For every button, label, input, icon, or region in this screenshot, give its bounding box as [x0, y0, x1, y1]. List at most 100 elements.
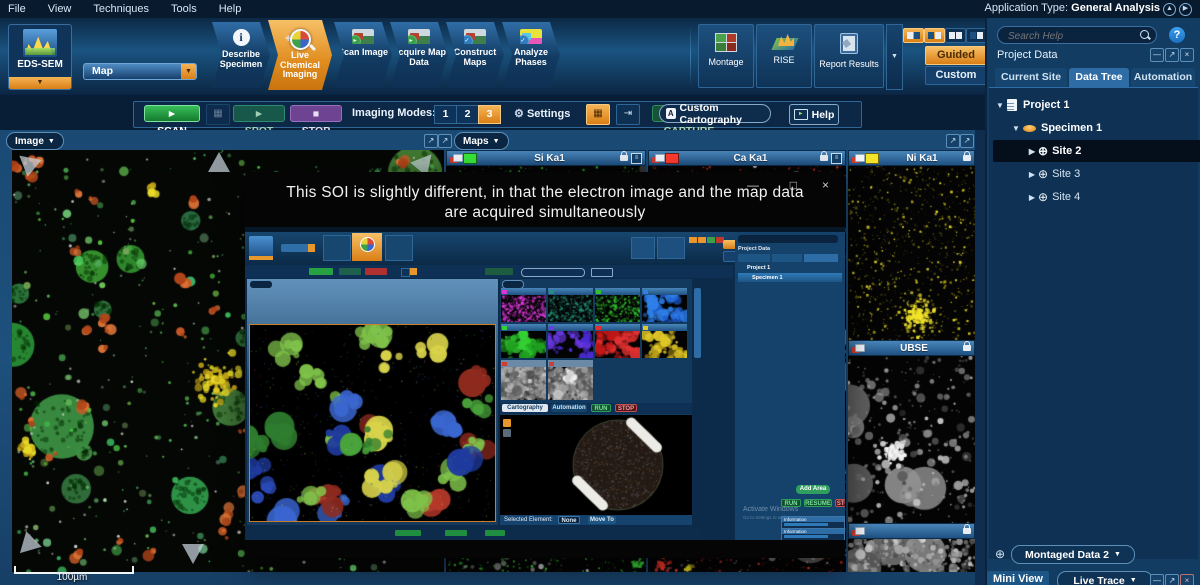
image-panel-dropdown[interactable]: Image▼ [6, 132, 64, 150]
stop-button[interactable]: ■ STOP [290, 105, 342, 122]
help-button[interactable]: ▸Help [789, 104, 839, 125]
restore-icon[interactable]: ↗ [1165, 574, 1179, 585]
technique-dropdown[interactable]: Map▼ [83, 63, 197, 80]
scale-icon[interactable]: ≡ [831, 153, 842, 164]
maximize-icon[interactable]: □ [790, 178, 797, 192]
step-describe-specimen[interactable]: i Describe Specimen [212, 22, 270, 88]
tree-item-site2[interactable]: ▶⊕Site 2 [993, 140, 1200, 162]
popout-icon[interactable]: ↗ [946, 134, 960, 148]
ubse-map-viewport[interactable] [848, 356, 975, 523]
lock-icon[interactable] [820, 155, 828, 161]
help-icon: ▸ [794, 109, 808, 120]
eds-sem-button[interactable]: EDS-SEM ▼ [8, 24, 72, 90]
imaging-mode-1[interactable]: 1 [434, 105, 457, 124]
tree-item-site3[interactable]: ▶⊕Site 3 [989, 163, 1200, 185]
custom-button[interactable]: Custom [925, 66, 987, 85]
image-mode-icon-button[interactable]: ▦ [586, 104, 610, 125]
step-scan-image[interactable]: ▸ Scan Image [334, 22, 392, 88]
expander-icon[interactable]: ▶ [1027, 170, 1037, 179]
tree-item-site4[interactable]: ▶⊕Site 4 [989, 186, 1200, 208]
expander-icon[interactable]: ▶ [1027, 193, 1037, 202]
restore-icon[interactable]: ↗ [1165, 48, 1179, 62]
search-input[interactable] [1006, 28, 1130, 44]
grid-icon-button[interactable]: ▦ [206, 104, 230, 125]
eds-sem-dropdown[interactable]: ▼ [9, 77, 71, 89]
step-analyze-phases[interactable]: ✓ Analyze Phases [502, 22, 560, 88]
layout-toggle-3[interactable] [945, 28, 966, 43]
close-icon[interactable]: × [1180, 574, 1194, 585]
map-tile-header-ca[interactable]: Ca Ka1 ≡ [648, 150, 846, 166]
help-badge[interactable]: ? [1169, 27, 1185, 43]
minimize-icon[interactable]: — [1150, 574, 1164, 585]
close-icon[interactable]: × [1180, 48, 1194, 62]
spot-button[interactable]: ► SPOT [233, 105, 285, 122]
layout-toggle-4[interactable] [966, 28, 987, 43]
tree-item-project[interactable]: ▼Project 1 [989, 94, 1200, 116]
map-tile-header-next[interactable] [848, 523, 975, 539]
minimize-icon[interactable]: — [747, 178, 759, 192]
search-icon[interactable] [1140, 30, 1149, 39]
color-swatch[interactable] [665, 153, 679, 164]
custom-cartography-button[interactable]: ACustom Cartography [659, 104, 771, 123]
tree-item-specimen[interactable]: ▼Specimen 1 [989, 117, 1200, 139]
scale-icon[interactable]: ≡ [631, 153, 642, 164]
imaging-mode-3[interactable]: 3 [478, 105, 501, 124]
tab-current-site[interactable]: Current Site [995, 68, 1067, 87]
se-map-viewport[interactable] [848, 537, 975, 572]
ni-map-viewport[interactable] [848, 166, 975, 340]
map-tile-header-ubse[interactable]: UBSE [848, 340, 975, 356]
mini-view-tab[interactable]: Mini View [987, 571, 1049, 585]
live-trace-dropdown[interactable]: Live Trace▼ [1057, 571, 1153, 585]
minimize-icon[interactable]: — [1150, 48, 1164, 62]
step-live-chemical-imaging[interactable]: + Live Chemical Imaging [268, 20, 332, 90]
imaging-modes-label: Imaging Modes: [352, 107, 436, 119]
collapse-ribbon-icon[interactable]: ▲ [1163, 3, 1176, 16]
imaging-mode-2[interactable]: 2 [456, 105, 479, 124]
report-results-button[interactable]: Report Results [814, 24, 884, 88]
close-icon[interactable]: × [822, 178, 829, 192]
lock-icon[interactable] [963, 528, 971, 534]
lock-icon[interactable] [963, 155, 971, 161]
color-swatch[interactable] [865, 153, 879, 164]
layout-toggle-2[interactable] [924, 28, 945, 43]
tutorial-popup-window[interactable]: — □ × This SOI is slightly different, in… [245, 172, 845, 558]
next-icon[interactable]: ▶ [1179, 3, 1192, 16]
map-tile-header-ni[interactable]: Ni Ka1 [848, 150, 975, 166]
expander-icon[interactable]: ▼ [995, 101, 1005, 110]
lock-icon[interactable] [963, 345, 971, 351]
menu-file[interactable]: File [8, 3, 26, 15]
menu-view[interactable]: View [48, 3, 72, 15]
menu-help[interactable]: Help [219, 3, 242, 15]
search-help-box[interactable] [997, 26, 1157, 44]
expand-icon[interactable]: ↗ [438, 134, 452, 148]
montage-button[interactable]: Montage [698, 24, 754, 88]
mini-step-active [352, 233, 382, 261]
map-tile-header-si[interactable]: Si Ka1 ≡ [446, 150, 646, 166]
step-construct-maps[interactable]: ✓ Construct Maps [446, 22, 504, 88]
mini-cartography-tab: Cartography [502, 404, 548, 412]
montage-crosshair-icon[interactable]: ⊕ [995, 547, 1005, 561]
tab-automation[interactable]: Automation [1131, 68, 1195, 87]
menu-techniques[interactable]: Techniques [93, 3, 149, 15]
expander-icon[interactable]: ▼ [1011, 124, 1021, 133]
expander-icon[interactable]: ▶ [1027, 147, 1037, 156]
popout-icon[interactable]: ↗ [424, 134, 438, 148]
expand-icon[interactable]: ↗ [960, 134, 974, 148]
guided-button[interactable]: Guided [925, 46, 987, 65]
color-swatch[interactable] [463, 153, 477, 164]
menu-tools[interactable]: Tools [171, 3, 197, 15]
scan-button[interactable]: ► SCAN [144, 105, 200, 122]
montaged-data-dropdown[interactable]: Montaged Data 2▼ [1011, 545, 1135, 564]
mini-step [385, 235, 413, 261]
export-view-icon-button[interactable]: ⇥ [616, 104, 640, 125]
step-acquire-map-data[interactable]: ▸ Acquire Map Data [390, 22, 448, 88]
report-results-dropdown[interactable]: ▼ [886, 24, 903, 90]
layout-toggle-1[interactable] [903, 28, 924, 43]
settings-button[interactable]: ⚙ Settings [514, 107, 570, 120]
chevron-down-icon[interactable]: ▼ [181, 64, 196, 79]
lock-icon[interactable] [620, 155, 628, 161]
maps-panel-dropdown[interactable]: Maps▼ [454, 132, 509, 150]
tab-data-tree[interactable]: Data Tree [1069, 68, 1129, 87]
site-icon: ⊕ [1038, 191, 1048, 203]
rise-button[interactable]: RISE [756, 24, 812, 88]
